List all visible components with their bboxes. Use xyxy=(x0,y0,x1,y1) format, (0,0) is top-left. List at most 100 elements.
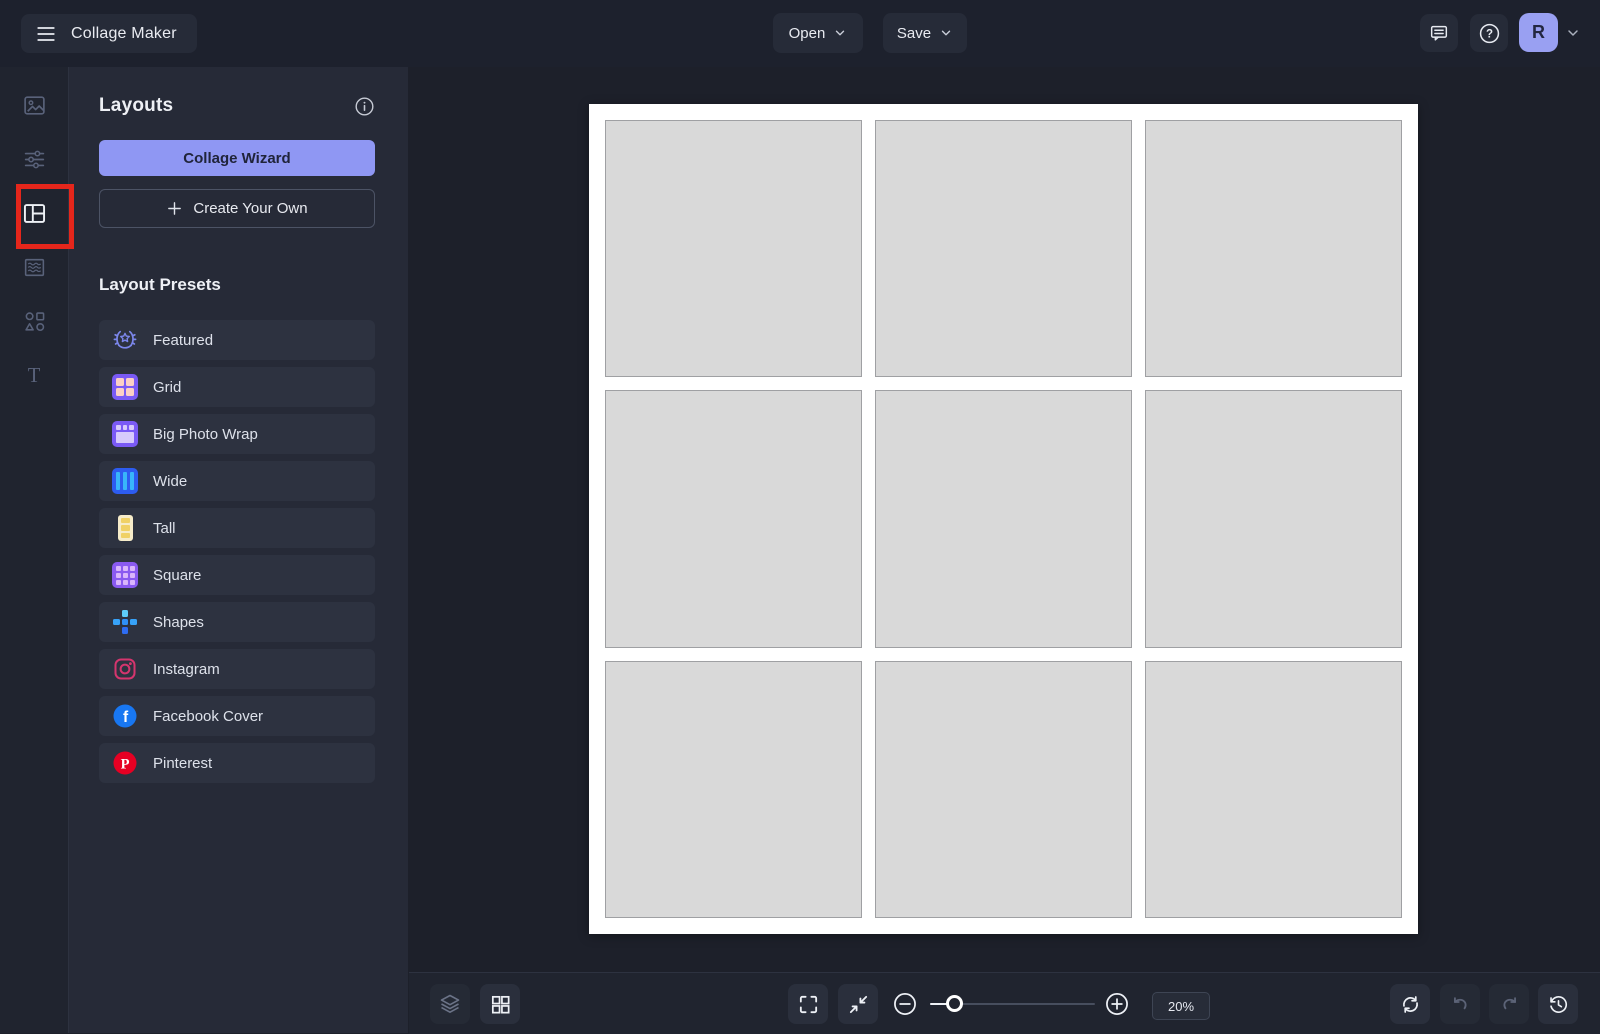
app-title: Collage Maker xyxy=(71,25,177,43)
zoom-level-value: 20% xyxy=(1168,999,1194,1014)
big-photo-wrap-icon xyxy=(112,421,138,447)
square-preset-icon xyxy=(112,562,138,588)
fit-to-screen-icon xyxy=(847,993,870,1016)
reset-button[interactable] xyxy=(1390,984,1430,1024)
create-your-own-button[interactable]: Create Your Own xyxy=(99,189,375,228)
preset-grid[interactable]: Grid xyxy=(99,367,375,407)
fit-to-screen-button[interactable] xyxy=(838,984,878,1024)
preset-label: Square xyxy=(153,567,201,584)
minus-circle-icon xyxy=(892,991,918,1017)
undo-button[interactable] xyxy=(1440,984,1480,1024)
pinterest-icon: P xyxy=(112,750,138,776)
preset-label: Tall xyxy=(153,520,176,537)
instagram-icon xyxy=(112,656,138,682)
collage-grid xyxy=(605,120,1402,918)
grid-2x2-icon xyxy=(489,993,512,1016)
preset-square[interactable]: Square xyxy=(99,555,375,595)
panel-title: Layouts xyxy=(99,95,173,117)
help-button[interactable]: ? xyxy=(1470,14,1508,52)
texture-waves-icon xyxy=(22,255,47,280)
facebook-icon: f xyxy=(112,703,138,729)
svg-text:f: f xyxy=(123,709,129,726)
preset-featured[interactable]: Featured xyxy=(99,320,375,360)
preset-shapes[interactable]: Shapes xyxy=(99,602,375,642)
preset-pinterest[interactable]: P Pinterest xyxy=(99,743,375,783)
wide-preset-icon xyxy=(112,468,138,494)
collage-wizard-label: Collage Wizard xyxy=(183,150,290,167)
preset-label: Featured xyxy=(153,332,213,349)
photo-cell[interactable] xyxy=(605,661,862,918)
fullscreen-icon xyxy=(797,993,820,1016)
hamburger-menu-icon[interactable] xyxy=(35,23,57,45)
rail-item-textures[interactable] xyxy=(0,243,68,291)
fullscreen-button[interactable] xyxy=(788,984,828,1024)
zoom-slider-knob[interactable] xyxy=(946,995,963,1012)
svg-text:P: P xyxy=(121,757,130,773)
preset-label: Grid xyxy=(153,379,181,396)
save-button[interactable]: Save xyxy=(883,13,967,53)
preset-label: Wide xyxy=(153,473,187,490)
rail-item-image-manager[interactable] xyxy=(0,81,68,129)
app-menu-chip[interactable]: Collage Maker xyxy=(21,14,197,53)
feedback-button[interactable] xyxy=(1420,14,1458,52)
photo-cell[interactable] xyxy=(605,390,862,647)
layouts-panel: Layouts Collage Wizard Create Your Own L… xyxy=(69,67,408,1033)
annotation-highlight-box xyxy=(16,184,74,249)
zoom-level-input[interactable]: 20% xyxy=(1152,992,1210,1020)
preset-label: Shapes xyxy=(153,614,204,631)
photo-cell[interactable] xyxy=(875,661,1132,918)
preset-label: Pinterest xyxy=(153,755,212,772)
photo-cell[interactable] xyxy=(1145,661,1402,918)
undo-icon xyxy=(1449,993,1472,1016)
zoom-in-button[interactable] xyxy=(1097,984,1137,1024)
create-your-own-label: Create Your Own xyxy=(193,200,307,217)
svg-text:T: T xyxy=(28,365,41,387)
photo-cell[interactable] xyxy=(1145,120,1402,377)
sliders-icon xyxy=(22,147,47,172)
preset-facebook-cover[interactable]: f Facebook Cover xyxy=(99,696,375,736)
grid-preset-icon xyxy=(112,374,138,400)
rail-item-text[interactable]: T xyxy=(0,351,68,399)
photo-cell[interactable] xyxy=(875,120,1132,377)
grid-view-button[interactable] xyxy=(480,984,520,1024)
photo-cell[interactable] xyxy=(605,120,862,377)
reset-sync-icon xyxy=(1399,993,1422,1016)
avatar[interactable]: R xyxy=(1519,13,1558,52)
bottom-toolbar: 20% xyxy=(409,972,1600,1034)
open-button[interactable]: Open xyxy=(773,13,863,53)
svg-text:?: ? xyxy=(1485,28,1492,40)
chevron-down-icon xyxy=(939,26,953,40)
plus-icon xyxy=(166,200,183,217)
image-icon xyxy=(22,93,47,118)
preset-tall[interactable]: Tall xyxy=(99,508,375,548)
text-tool-icon: T xyxy=(21,362,47,388)
preset-label: Facebook Cover xyxy=(153,708,263,725)
open-button-label: Open xyxy=(789,25,826,42)
account-menu-chevron[interactable] xyxy=(1565,25,1581,41)
redo-icon xyxy=(1498,993,1521,1016)
history-button[interactable] xyxy=(1538,984,1578,1024)
rail-item-graphics[interactable] xyxy=(0,297,68,345)
preset-wide[interactable]: Wide xyxy=(99,461,375,501)
photo-cell[interactable] xyxy=(1145,390,1402,647)
top-bar: Collage Maker Open Save ? R xyxy=(0,0,1600,67)
chevron-down-icon xyxy=(833,26,847,40)
collage-wizard-button[interactable]: Collage Wizard xyxy=(99,140,375,176)
photo-cell[interactable] xyxy=(875,390,1132,647)
zoom-out-button[interactable] xyxy=(885,984,925,1024)
avatar-initial: R xyxy=(1532,22,1545,43)
preset-instagram[interactable]: Instagram xyxy=(99,649,375,689)
presets-title: Layout Presets xyxy=(99,275,375,295)
save-button-label: Save xyxy=(897,25,931,42)
rail-item-edit[interactable] xyxy=(0,135,68,183)
redo-button[interactable] xyxy=(1489,984,1529,1024)
preset-label: Big Photo Wrap xyxy=(153,426,258,443)
layers-icon xyxy=(438,992,462,1016)
chat-bubble-icon xyxy=(1428,22,1450,44)
featured-wreath-icon xyxy=(112,327,138,353)
info-icon[interactable] xyxy=(354,96,375,117)
canvas-workspace xyxy=(409,67,1600,972)
layers-button[interactable] xyxy=(430,984,470,1024)
preset-big-photo-wrap[interactable]: Big Photo Wrap xyxy=(99,414,375,454)
collage-page xyxy=(589,104,1418,934)
